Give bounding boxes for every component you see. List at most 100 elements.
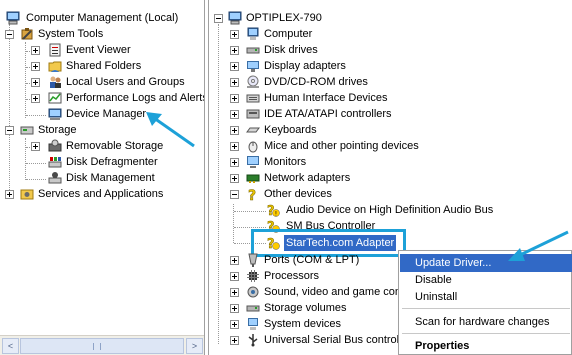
annotation-arrow-icon (146, 112, 195, 148)
scroll-right-button[interactable]: > (186, 338, 203, 354)
expand-toggle[interactable] (230, 174, 239, 183)
computer-icon (247, 27, 259, 40)
tree-item-label: Performance Logs and Alerts (66, 92, 205, 104)
tree-item-human-interface-devices[interactable]: Human Interface Devices (212, 90, 402, 106)
tree-item-display-adapters[interactable]: Display adapters (212, 58, 402, 74)
tree-item-label: Processors (264, 270, 320, 282)
usb-icon (248, 334, 258, 347)
expand-toggle[interactable] (31, 94, 40, 103)
expand-toggle[interactable] (230, 272, 239, 281)
menu-item-disable[interactable]: Disable (400, 271, 572, 289)
expand-toggle[interactable] (230, 94, 239, 103)
collapse-toggle[interactable] (5, 30, 14, 39)
tree-item-storage-volumes[interactable]: Storage volumes (212, 300, 402, 316)
expand-toggle[interactable] (31, 62, 40, 71)
ide-controller-icon (246, 109, 260, 119)
tree-item-system-tools[interactable]: System Tools (0, 26, 204, 42)
expand-toggle[interactable] (5, 190, 14, 199)
tree-item-dvd-cdrom-drives[interactable]: DVD/CD-ROM drives (212, 74, 402, 90)
tree-item-network-adapters[interactable]: Network adapters (212, 170, 402, 186)
tree-item-optiplex-790[interactable]: OPTIPLEX-790 (212, 10, 402, 26)
tree-item-ports[interactable]: Ports (COM & LPT) (212, 252, 402, 268)
expand-toggle[interactable] (230, 256, 239, 265)
computer-management-icon (6, 11, 20, 25)
tree-item-local-users-groups[interactable]: Local Users and Groups (0, 74, 204, 90)
tree-item-processors[interactable]: Processors (212, 268, 402, 284)
horizontal-scrollbar[interactable]: < > (0, 335, 204, 355)
expand-toggle[interactable] (230, 142, 239, 151)
expand-toggle[interactable] (230, 304, 239, 313)
removable-storage-icon (48, 139, 62, 152)
device-manager-icon (48, 108, 62, 120)
tree-item-disk-defragmenter[interactable]: Disk Defragmenter (0, 154, 204, 170)
tree-item-label: Mice and other pointing devices (264, 140, 419, 152)
tree-item-label: DVD/CD-ROM drives (264, 76, 368, 88)
collapse-toggle[interactable] (5, 126, 14, 135)
network-adapter-icon (246, 174, 260, 183)
scroll-left-button[interactable]: < (2, 338, 19, 354)
tree-item-sound-video-game[interactable]: Sound, video and game controllers (212, 284, 434, 300)
tree-item-usb-controllers[interactable]: Universal Serial Bus controllers (212, 332, 417, 348)
expand-toggle[interactable] (31, 46, 40, 55)
tree-item-label: Computer Management (Local) (26, 12, 179, 24)
collapse-toggle[interactable] (230, 190, 239, 199)
tree-item-system-devices[interactable]: System devices (212, 316, 402, 332)
system-tools-icon (21, 28, 33, 40)
tree-item-disk-drives[interactable]: Disk drives (212, 42, 402, 58)
tree-item-keyboards[interactable]: Keyboards (212, 122, 402, 138)
expand-toggle[interactable] (230, 30, 239, 39)
tree-item-disk-management[interactable]: Disk Management (0, 170, 204, 186)
tree-item-computer[interactable]: Computer (212, 26, 402, 42)
performance-logs-icon (48, 92, 62, 104)
tree-item-label: Shared Folders (66, 60, 142, 72)
tree-item-label: Disk Management (66, 172, 155, 184)
tree-item-label: Disk drives (264, 44, 318, 56)
tree-item-label: Storage (38, 124, 77, 136)
tree-item-other-devices[interactable]: ? Other devices (212, 186, 402, 202)
disk-drive-icon (246, 47, 260, 54)
unknown-device-warning-icon: ?! (267, 204, 280, 218)
expand-toggle[interactable] (230, 288, 239, 297)
monitor-icon (247, 156, 259, 168)
expand-toggle[interactable] (230, 336, 239, 345)
tree-item-label: Network adapters (264, 172, 351, 184)
expand-toggle[interactable] (230, 78, 239, 87)
tree-item-monitors[interactable]: Monitors (212, 154, 402, 170)
expand-toggle[interactable] (230, 158, 239, 167)
mouse-icon (248, 141, 258, 153)
expand-toggle[interactable] (31, 78, 40, 87)
tree-item-services-applications[interactable]: Services and Applications (0, 186, 204, 202)
collapse-toggle[interactable] (214, 14, 223, 23)
expand-toggle[interactable] (230, 62, 239, 71)
disk-defragmenter-icon (48, 157, 62, 168)
expand-toggle[interactable] (31, 142, 40, 151)
scrollbar-thumb[interactable] (20, 338, 184, 354)
svg-text:!: ! (275, 211, 277, 218)
expand-toggle[interactable] (230, 46, 239, 55)
tree-item-ide-controllers[interactable]: IDE ATA/ATAPI controllers (212, 106, 402, 122)
tree-item-label: Device Manager (66, 108, 147, 120)
tree-item-label: Disk Defragmenter (66, 156, 158, 168)
tree-item-mice[interactable]: Mice and other pointing devices (212, 138, 419, 154)
expand-toggle[interactable] (230, 320, 239, 329)
menu-item-properties[interactable]: Properties (400, 337, 572, 355)
tree-item-label: Other devices (264, 188, 332, 200)
menu-item-scan-hardware[interactable]: Scan for hardware changes (400, 313, 572, 331)
tree-item-shared-folders[interactable]: Shared Folders (0, 58, 204, 74)
tree-item-label: Universal Serial Bus controllers (264, 334, 417, 346)
console-tree-pane: Computer Management (Local) System Tools… (0, 0, 205, 355)
menu-item-uninstall[interactable]: Uninstall (400, 288, 572, 306)
tree-item-audio-device[interactable]: ?! Audio Device on High Definition Audio… (212, 202, 512, 218)
tree-item-label: Keyboards (264, 124, 317, 136)
tree-item-computer-management[interactable]: Computer Management (Local) (0, 10, 204, 26)
users-groups-icon (50, 76, 61, 88)
tree-item-event-viewer[interactable]: Event Viewer (0, 42, 204, 58)
expand-toggle[interactable] (230, 110, 239, 119)
expand-toggle[interactable] (230, 126, 239, 135)
tree-item-label: System Tools (38, 28, 104, 40)
tree-item-label: Local Users and Groups (66, 76, 185, 88)
tree-item-label: Services and Applications (38, 188, 164, 200)
menu-separator (402, 308, 570, 309)
tree-item-performance-logs[interactable]: Performance Logs and Alerts (0, 90, 205, 106)
tree-item-label: Audio Device on High Definition Audio Bu… (286, 204, 494, 216)
